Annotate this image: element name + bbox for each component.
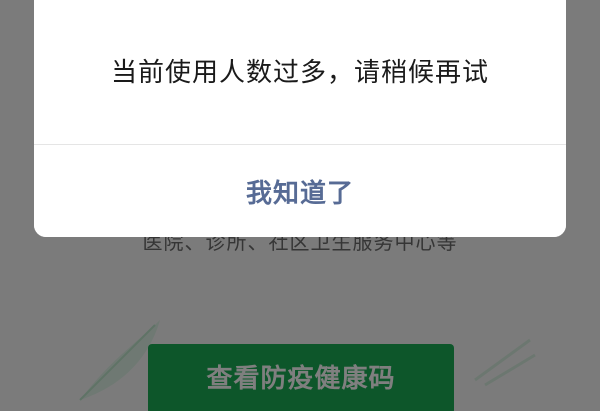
dialog-ok-button[interactable]: 我知道了 xyxy=(34,145,566,237)
dialog-message: 当前使用人数过多，请稍候再试 xyxy=(110,57,489,88)
alert-dialog: 当前使用人数过多，请稍候再试 我知道了 xyxy=(34,0,566,237)
screen: 医院、诊所、社区卫生服务中心等 查看防疫健康码 当前使用人数过多，请稍候再试 我… xyxy=(0,0,600,411)
